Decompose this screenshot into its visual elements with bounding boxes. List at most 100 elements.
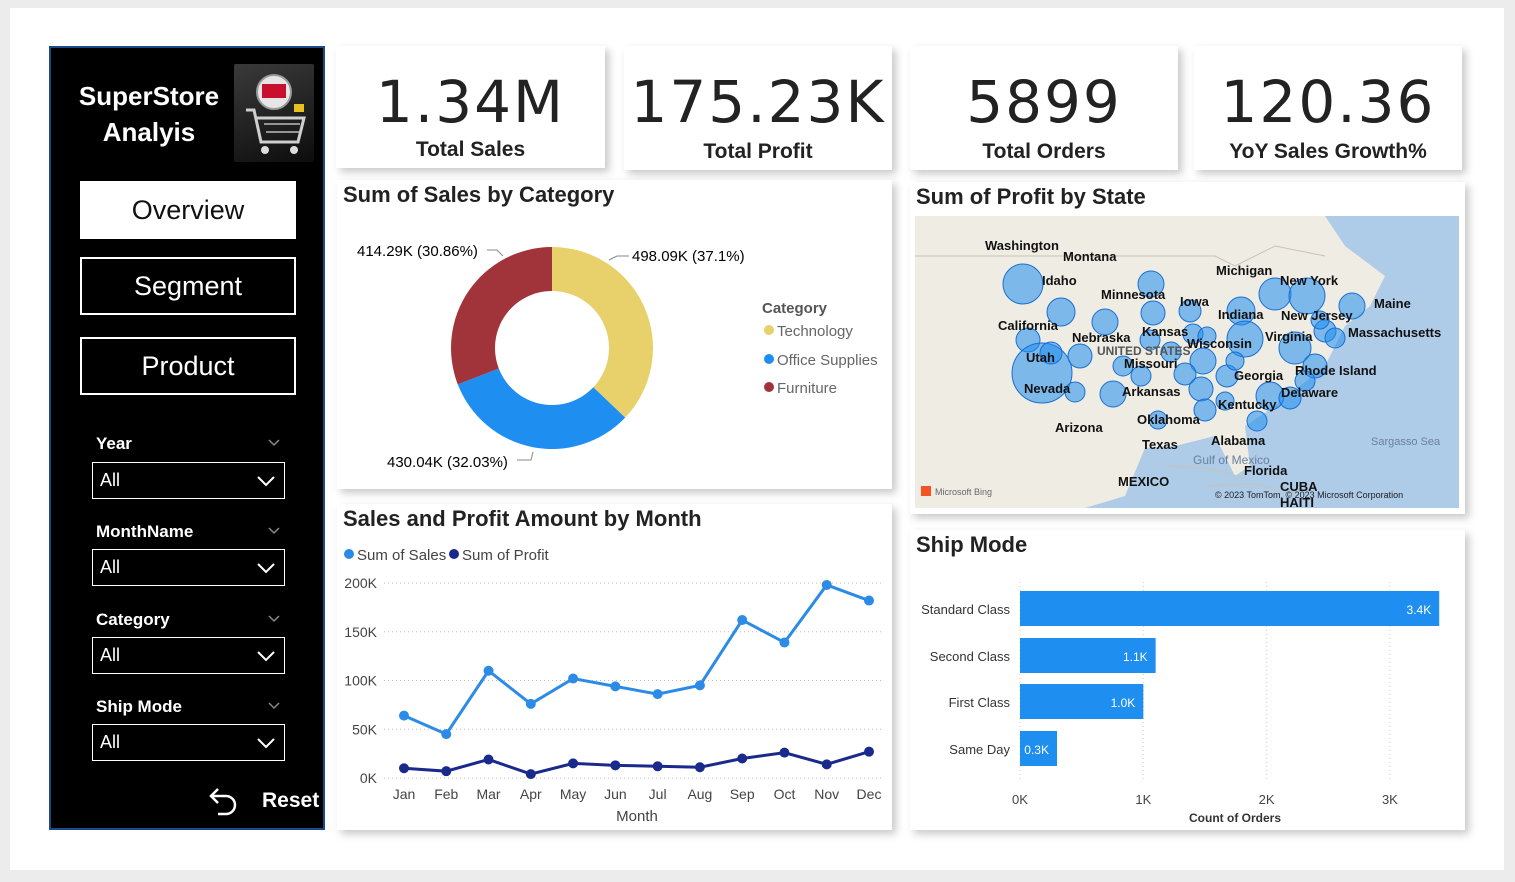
- kpi-card-yoy-growth: 120.36 YoY Sales Growth%: [1194, 46, 1462, 170]
- sidebar: SuperStore Analyis Overview Segment Prod…: [49, 46, 325, 830]
- chevron-down-icon[interactable]: [267, 524, 281, 538]
- donut-slice-technology[interactable]: [552, 247, 653, 418]
- filter-category-select[interactable]: All: [92, 637, 285, 674]
- app-title: SuperStore Analyis: [78, 81, 220, 147]
- kpi-value: 120.36: [1220, 68, 1436, 136]
- map-label: New York: [1280, 273, 1339, 288]
- map-label: Delaware: [1281, 385, 1338, 400]
- data-label: 1.0K: [1111, 696, 1136, 710]
- bar-chart: 0K 1K 2K 3K Standard Class 3.4K Second Class 1…: [921, 582, 1440, 825]
- data-point[interactable]: [694, 762, 705, 773]
- category-label: First Class: [949, 695, 1011, 710]
- state-bubble[interactable]: [1067, 343, 1093, 369]
- nav-segment-button[interactable]: Segment: [80, 257, 296, 315]
- map-label: Kansas: [1142, 324, 1188, 339]
- donut-slice-furniture[interactable]: [451, 247, 552, 385]
- filter-shipmode-label: Ship Mode: [96, 697, 182, 716]
- x-tick-label: Aug: [687, 786, 712, 802]
- data-point[interactable]: [864, 595, 874, 606]
- panel-title: Sum of Profit by State: [916, 184, 1146, 209]
- data-label: 0.3K: [1024, 743, 1049, 757]
- slice-label-furniture: 414.29K (30.86%): [357, 243, 478, 260]
- filter-year-select[interactable]: All: [92, 462, 285, 499]
- data-point[interactable]: [525, 769, 536, 780]
- nav-overview-button[interactable]: Overview: [80, 181, 296, 239]
- y-tick-label: 200K: [344, 575, 377, 591]
- data-point[interactable]: [694, 680, 705, 691]
- donut-chart: 414.29K (30.86%) 498.09K (37.1%) 430.04K…: [357, 243, 878, 471]
- state-bubble[interactable]: [1324, 327, 1346, 349]
- map-label: Wisconsin: [1187, 336, 1252, 351]
- data-point[interactable]: [652, 761, 663, 772]
- legend-item-furniture: Furniture: [777, 380, 837, 397]
- kpi-value: 5899: [966, 68, 1122, 136]
- leader-line: [608, 255, 629, 261]
- reset-label: Reset: [262, 789, 320, 812]
- reset-button[interactable]: Reset: [206, 784, 319, 818]
- state-map[interactable]: Washington Montana Idaho Minnesota Michigan N…: [915, 216, 1459, 508]
- filter-shipmode-value: All: [100, 732, 121, 752]
- map-label: Utah: [1026, 350, 1055, 365]
- data-point[interactable]: [737, 615, 748, 626]
- x-tick-label: 2K: [1259, 792, 1275, 807]
- map-label: New Jersey: [1281, 308, 1353, 323]
- bar[interactable]: [1020, 591, 1440, 626]
- state-bubble[interactable]: [1246, 410, 1268, 432]
- data-point[interactable]: [441, 729, 452, 740]
- legend-swatch: [764, 382, 774, 392]
- nav-product-button[interactable]: Product: [80, 337, 296, 395]
- map-label: Maine: [1374, 296, 1411, 311]
- data-point[interactable]: [779, 637, 790, 648]
- legend-swatch: [764, 354, 774, 364]
- data-point[interactable]: [610, 681, 621, 692]
- kpi-label: Total Sales: [415, 138, 526, 161]
- data-point[interactable]: [483, 754, 494, 765]
- category-label: Standard Class: [921, 602, 1010, 617]
- x-tick-label: 0K: [1012, 792, 1028, 807]
- legend-swatch: [764, 325, 774, 335]
- data-point[interactable]: [652, 689, 663, 700]
- data-point[interactable]: [525, 698, 536, 709]
- ship-mode-panel: Ship Mode 0K 1K 2K 3K Standard Class 3.4K Sec…: [910, 530, 1465, 830]
- map-label: Massachusetts: [1348, 325, 1441, 340]
- data-point[interactable]: [821, 579, 832, 590]
- map-label: Nevada: [1024, 381, 1071, 396]
- chevron-down-icon: [257, 563, 275, 574]
- map-label: Nebraska: [1072, 330, 1131, 345]
- data-point[interactable]: [864, 746, 874, 757]
- state-bubble[interactable]: [1002, 263, 1044, 305]
- data-point[interactable]: [610, 760, 621, 771]
- line-chart: Sum of Sales Sum of Profit 0K 50K 100K 150K…: [344, 547, 881, 825]
- series-line-1: [403, 750, 870, 776]
- legend-item-profit: Sum of Profit: [462, 547, 550, 564]
- data-point[interactable]: [399, 763, 409, 774]
- data-point[interactable]: [441, 766, 452, 777]
- data-point[interactable]: [399, 710, 409, 721]
- filter-month-select[interactable]: All: [92, 549, 285, 586]
- data-point[interactable]: [568, 673, 579, 684]
- data-label: 1.1K: [1123, 650, 1148, 664]
- kpi-label: Total Profit: [703, 140, 813, 163]
- slice-label-technology: 498.09K (37.1%): [632, 248, 745, 265]
- category-label: Second Class: [930, 649, 1011, 664]
- data-point[interactable]: [483, 665, 494, 676]
- profit-by-state-panel: Sum of Profit by State Washington Montana…: [910, 182, 1465, 514]
- sales-profit-by-month-panel: Sales and Profit Amount by Month Sum of …: [337, 504, 892, 830]
- data-point[interactable]: [737, 753, 748, 764]
- map-label: Oklahoma: [1137, 412, 1201, 427]
- chevron-down-icon[interactable]: [267, 612, 281, 626]
- state-bubble[interactable]: [1140, 300, 1166, 326]
- kpi-card-total-sales: 1.34M Total Sales: [336, 46, 605, 168]
- data-point[interactable]: [568, 758, 579, 769]
- chevron-down-icon[interactable]: [267, 436, 281, 450]
- data-point[interactable]: [821, 759, 832, 770]
- map-label: Arkansas: [1122, 384, 1181, 399]
- y-tick-label: 50K: [352, 721, 378, 737]
- map-label: Indiana: [1218, 307, 1264, 322]
- data-point[interactable]: [779, 747, 790, 758]
- shopping-cart-icon: [234, 64, 314, 162]
- map-label: Michigan: [1216, 263, 1272, 278]
- filter-shipmode-select[interactable]: All: [92, 724, 285, 761]
- x-tick-label: Jan: [393, 786, 416, 802]
- chevron-down-icon[interactable]: [267, 699, 281, 713]
